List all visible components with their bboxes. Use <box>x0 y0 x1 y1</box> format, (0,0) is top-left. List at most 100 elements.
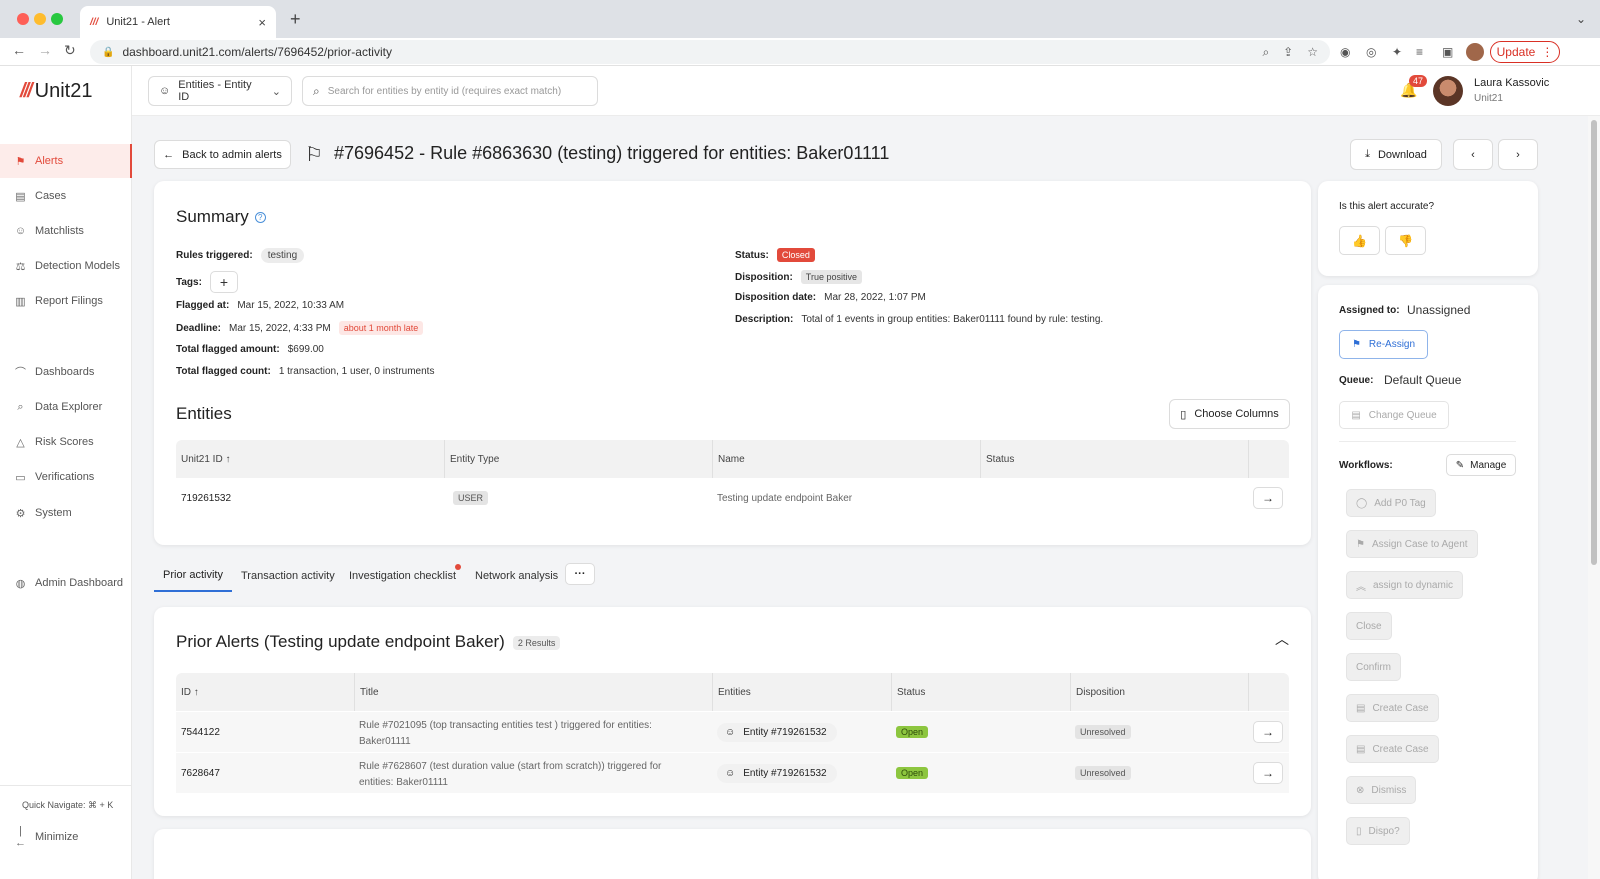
column-header-name[interactable]: Name <box>712 440 980 478</box>
share-icon[interactable]: ⇪ <box>1283 45 1293 60</box>
zoom-icon[interactable]: ⌕ <box>1262 45 1269 60</box>
minimize-sidebar-button[interactable]: |← Minimize <box>0 820 132 854</box>
column-header-status[interactable]: Status <box>891 673 1070 711</box>
scrollbar-thumb[interactable] <box>1591 120 1597 565</box>
side-panel-icon[interactable]: ▣ <box>1442 45 1453 59</box>
change-queue-button[interactable]: ▤ Change Queue <box>1339 401 1449 429</box>
tab-network-analysis[interactable]: Network analysis <box>475 559 558 592</box>
open-alert-button[interactable]: → <box>1253 721 1283 743</box>
sidebar-item-label: Verifications <box>35 471 95 483</box>
column-header-entities[interactable]: Entities <box>712 673 891 711</box>
sidebar-item-cases[interactable]: ▤ Cases <box>0 179 132 213</box>
building-icon: ▥ <box>15 295 26 308</box>
reload-icon[interactable]: ↻ <box>64 42 76 59</box>
alert-title-cell: Rule #7021095 (top transacting entities … <box>354 712 652 752</box>
table-row[interactable]: 7544122 Rule #7021095 (top transacting e… <box>176 712 1289 752</box>
workflow-assign-case-to-agent-button[interactable]: ⚑ Assign Case to Agent <box>1346 530 1478 558</box>
reading-list-icon[interactable]: ≡ <box>1416 45 1423 59</box>
minimize-window-button[interactable] <box>34 13 46 25</box>
column-header-entity-type[interactable]: Entity Type <box>444 440 712 478</box>
sidebar-item-data-explorer[interactable]: ⌕ Data Explorer <box>0 390 132 424</box>
entity-type-select[interactable]: ☺ Entities - Entity ID ⌄ <box>148 76 292 106</box>
workflow-confirm-button[interactable]: Confirm <box>1346 653 1402 681</box>
sidebar-item-alerts[interactable]: ⚑ Alerts <box>0 144 132 178</box>
status-badge: Open <box>896 767 929 779</box>
tab-list-chevron-icon[interactable]: ⌄ <box>1576 12 1586 26</box>
maximize-window-button[interactable] <box>51 13 63 25</box>
back-to-admin-alerts-button[interactable]: ← Back to admin alerts <box>154 140 291 169</box>
download-button[interactable]: ⤓ Download <box>1350 139 1442 170</box>
table-row[interactable]: 719261532 USER Testing update endpoint B… <box>176 478 1289 518</box>
workflow-label: Dispo? <box>1368 825 1400 837</box>
deadline-label: Deadline: <box>176 322 222 334</box>
update-button[interactable]: Update ⋮ <box>1490 41 1560 63</box>
add-tag-button[interactable]: + <box>209 271 238 293</box>
url-field[interactable]: 🔒 dashboard.unit21.com/alerts/7696452/pr… <box>90 40 1330 64</box>
open-entity-button[interactable]: → <box>1253 487 1283 509</box>
clipboard-icon: ▤ <box>1351 409 1361 421</box>
puzzle-icon[interactable]: ✦ <box>1392 45 1402 59</box>
rule-chip[interactable]: testing <box>260 248 305 263</box>
workflow-dismiss-button[interactable]: ⊗ Dismiss <box>1346 776 1417 804</box>
profile-avatar[interactable] <box>1466 43 1484 61</box>
new-tab-icon[interactable]: + <box>290 9 301 30</box>
chevron-up-icon[interactable]: ︿ <box>1275 629 1289 649</box>
sidebar-item-report-filings[interactable]: ▥ Report Filings <box>0 284 132 318</box>
re-assign-button[interactable]: ⚑ Re-Assign <box>1339 330 1428 359</box>
sidebar-item-matchlists[interactable]: ☺ Matchlists <box>0 214 132 248</box>
rules-triggered-row: Rules triggered: testing <box>176 248 305 263</box>
thumbs-up-button[interactable]: 👍 <box>1339 226 1380 255</box>
sidebar-item-risk-scores[interactable]: △ Risk Scores <box>0 425 132 459</box>
browser-tab[interactable]: /// Unit21 - Alert × <box>80 6 276 38</box>
column-header-unit21-id[interactable]: Unit21 ID ↑ <box>176 440 444 478</box>
column-header-title[interactable]: Title <box>354 673 712 711</box>
sidebar-item-label: Matchlists <box>35 225 84 237</box>
column-header-disposition[interactable]: Disposition <box>1070 673 1248 711</box>
workflow-dispo-button[interactable]: ▯ Dispo? <box>1346 817 1410 845</box>
more-tabs-button[interactable]: ··· <box>565 563 595 585</box>
tab-investigation-checklist[interactable]: Investigation checklist <box>349 559 456 592</box>
extension-icon[interactable]: ◉ <box>1340 45 1350 59</box>
open-alert-button[interactable]: → <box>1253 762 1283 784</box>
entity-chip[interactable]: ☺ Entity #719261532 <box>717 722 837 742</box>
column-header-id[interactable]: ID ↑ <box>176 673 354 711</box>
extension-icon[interactable]: ◎ <box>1366 45 1376 59</box>
workflow-create-case-button[interactable]: ▤ Create Case <box>1346 694 1439 722</box>
previous-alert-button[interactable]: ‹ <box>1453 139 1493 170</box>
total-count-row: Total flagged count: 1 transaction, 1 us… <box>176 366 434 377</box>
column-header-status[interactable]: Status <box>980 440 1248 478</box>
next-alert-button[interactable]: › <box>1498 139 1538 170</box>
entity-search-input[interactable]: ⌕ Search for entities by entity id (requ… <box>302 76 598 106</box>
bookmark-star-icon[interactable]: ☆ <box>1307 45 1318 60</box>
tab-prior-activity[interactable]: Prior activity <box>154 559 232 592</box>
manage-workflows-button[interactable]: ✎ Manage <box>1446 454 1516 476</box>
sidebar-item-system[interactable]: ⚙ System <box>0 496 132 530</box>
unit21-logo[interactable]: /// Unit21 <box>20 80 92 103</box>
sidebar-item-admin-dashboard[interactable]: ◍ Admin Dashboard <box>0 566 132 600</box>
sidebar-item-dashboards[interactable]: ⌒ Dashboards <box>0 355 132 389</box>
more-horizontal-icon: ··· <box>574 568 586 580</box>
close-tab-icon[interactable]: × <box>258 15 266 30</box>
thumbs-down-button[interactable]: 👎 <box>1385 226 1426 255</box>
avatar[interactable] <box>1433 76 1463 106</box>
close-window-button[interactable] <box>17 13 29 25</box>
table-row[interactable]: 7628647 Rule #7628607 (test duration val… <box>176 753 1289 793</box>
forward-arrow-icon[interactable]: → <box>38 42 52 58</box>
sidebar-divider <box>0 785 132 786</box>
workflow-assign-to-dynamic-button[interactable]: ︽ assign to dynamic <box>1346 571 1464 599</box>
workflow-add-p0-tag-button[interactable]: ◯ Add P0 Tag <box>1346 489 1436 517</box>
entity-chip[interactable]: ☺ Entity #719261532 <box>717 763 837 783</box>
thumbs-up-icon: 👍 <box>1352 233 1367 248</box>
sidebar-item-detection-models[interactable]: ⚖ Detection Models <box>0 249 132 283</box>
workflow-create-case-button[interactable]: ▤ Create Case <box>1346 735 1439 763</box>
queue-value: Default Queue <box>1384 373 1462 387</box>
tab-transaction-activity[interactable]: Transaction activity <box>241 559 335 592</box>
help-icon[interactable]: ? <box>254 212 266 224</box>
workflow-close-button[interactable]: Close <box>1346 612 1392 640</box>
sidebar-item-verifications[interactable]: ▭ Verifications <box>0 460 132 494</box>
back-arrow-icon[interactable]: ← <box>12 42 26 58</box>
browser-address-bar: ← → ↻ 🔒 dashboard.unit21.com/alerts/7696… <box>0 38 1600 66</box>
status-row: Status: Closed <box>735 248 815 262</box>
column-label: ID <box>181 686 191 698</box>
choose-columns-button[interactable]: ▯ Choose Columns <box>1169 399 1290 429</box>
